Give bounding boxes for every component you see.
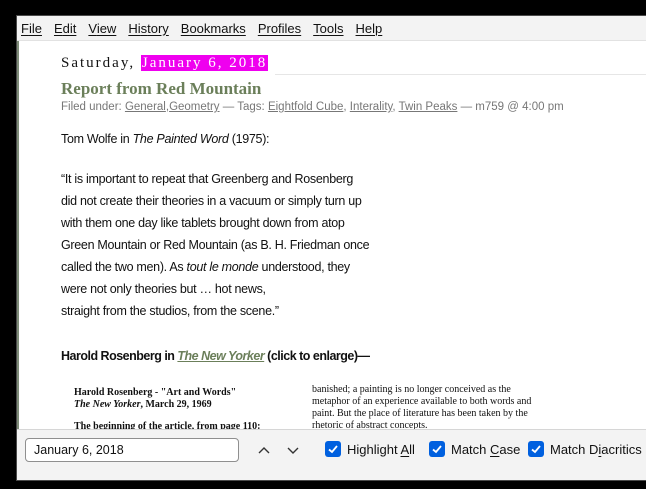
clipping-title: Harold Rosenberg - "Art and Words" bbox=[74, 387, 237, 398]
tags-label: — Tags: bbox=[222, 101, 265, 113]
match-case-checkbox[interactable]: Match Case bbox=[429, 441, 520, 457]
clipping-text-line: rhetoric of abstract concepts. bbox=[312, 420, 428, 429]
quote-line-1: “It is important to repeat that Greenber… bbox=[61, 172, 354, 186]
tag-link-twin-peaks[interactable]: Twin Peaks bbox=[399, 101, 458, 113]
checkbox-checked[interactable] bbox=[429, 441, 445, 457]
quote-line-5: called the two men). As tout le monde un… bbox=[61, 260, 350, 274]
post-title[interactable]: Report from Red Mountain bbox=[61, 79, 261, 99]
menu-view[interactable]: View bbox=[88, 21, 116, 36]
menu-profiles[interactable]: Profiles bbox=[258, 21, 301, 36]
checkbox-checked[interactable] bbox=[325, 441, 341, 457]
quote-line-3: with them one day like tablets brought d… bbox=[61, 216, 345, 230]
browser-window: File Edit View History Bookmarks Profile… bbox=[16, 15, 646, 481]
post-meta: Filed under: General,Geometry — Tags: Ei… bbox=[61, 101, 564, 113]
post-date: Saturday, January 6, 2018 bbox=[61, 55, 269, 72]
menu-history[interactable]: History bbox=[128, 21, 168, 36]
intro-line: Tom Wolfe in The Painted Word (1975): bbox=[61, 132, 270, 146]
checkmark-icon bbox=[531, 445, 541, 454]
menu-tools[interactable]: Tools bbox=[313, 21, 343, 36]
quote-line-2: did not create their theories in a vacuu… bbox=[61, 194, 362, 208]
find-bar: Highlight All Match Case Match Diacritic… bbox=[17, 429, 646, 480]
left-border bbox=[17, 41, 19, 429]
tag-link-interality[interactable]: Interality bbox=[350, 101, 393, 113]
match-case-label: Match Case bbox=[451, 441, 521, 457]
menu-help[interactable]: Help bbox=[356, 21, 383, 36]
clipping-beginning: The beginning of the article, from page … bbox=[74, 421, 261, 429]
filed-under-label: Filed under: bbox=[61, 101, 122, 113]
menu-file[interactable]: File bbox=[21, 21, 42, 36]
quote-line-6: were not only theories but … hot news, bbox=[61, 282, 266, 296]
match-diacritics-checkbox[interactable]: Match Diacritics bbox=[528, 441, 642, 457]
quote-line-4: Green Mountain or Red Mountain (as B. H.… bbox=[61, 238, 370, 252]
checkbox-checked[interactable] bbox=[528, 441, 544, 457]
clipping-left-column: Harold Rosenberg - "Art and Words" The N… bbox=[74, 387, 260, 429]
category-link-general[interactable]: General bbox=[125, 101, 166, 113]
article-clipping-image[interactable]: Harold Rosenberg - "Art and Words" The N… bbox=[61, 379, 541, 429]
clipping-right-column: banished; a painting is no longer concei… bbox=[312, 384, 531, 429]
page-content[interactable]: Saturday, January 6, 2018 Report from Re… bbox=[17, 41, 646, 429]
chevron-down-icon bbox=[287, 447, 299, 454]
post-byline: — m759 @ 4:00 pm bbox=[460, 101, 564, 113]
post-day: Saturday, bbox=[61, 55, 136, 71]
menu-edit[interactable]: Edit bbox=[54, 21, 76, 36]
menu-bar: File Edit View History Bookmarks Profile… bbox=[17, 16, 646, 41]
clipping-text-line: banished; a painting is no longer concei… bbox=[312, 384, 511, 395]
menu-bookmarks[interactable]: Bookmarks bbox=[181, 21, 246, 36]
checkmark-icon bbox=[328, 445, 338, 454]
highlight-all-label: Highlight All bbox=[347, 441, 415, 457]
category-link-geometry[interactable]: Geometry bbox=[169, 101, 220, 113]
find-highlight: January 6, 2018 bbox=[140, 55, 269, 71]
tag-link-eightfold-cube[interactable]: Eightfold Cube bbox=[268, 101, 343, 113]
clipping-pub-line: The New Yorker, March 29, 1969 bbox=[74, 399, 212, 410]
chevron-up-icon bbox=[258, 447, 270, 454]
date-divider bbox=[275, 74, 646, 75]
highlight-all-checkbox[interactable]: Highlight All bbox=[325, 441, 415, 457]
find-next-button[interactable] bbox=[282, 439, 304, 461]
rosenberg-line: Harold Rosenberg in The New Yorker (clic… bbox=[61, 349, 370, 363]
match-diacritics-label: Match Diacritics bbox=[550, 441, 642, 457]
find-previous-button[interactable] bbox=[253, 439, 275, 461]
quote-line-7: straight from the studios, from the scen… bbox=[61, 304, 279, 318]
clipping-text-line: paint. But the place of literature has b… bbox=[312, 408, 528, 419]
checkmark-icon bbox=[432, 445, 442, 454]
new-yorker-link[interactable]: The New Yorker bbox=[177, 349, 264, 363]
clipping-text-line: metaphor of an experience available to b… bbox=[312, 396, 532, 407]
find-input[interactable] bbox=[25, 438, 239, 462]
